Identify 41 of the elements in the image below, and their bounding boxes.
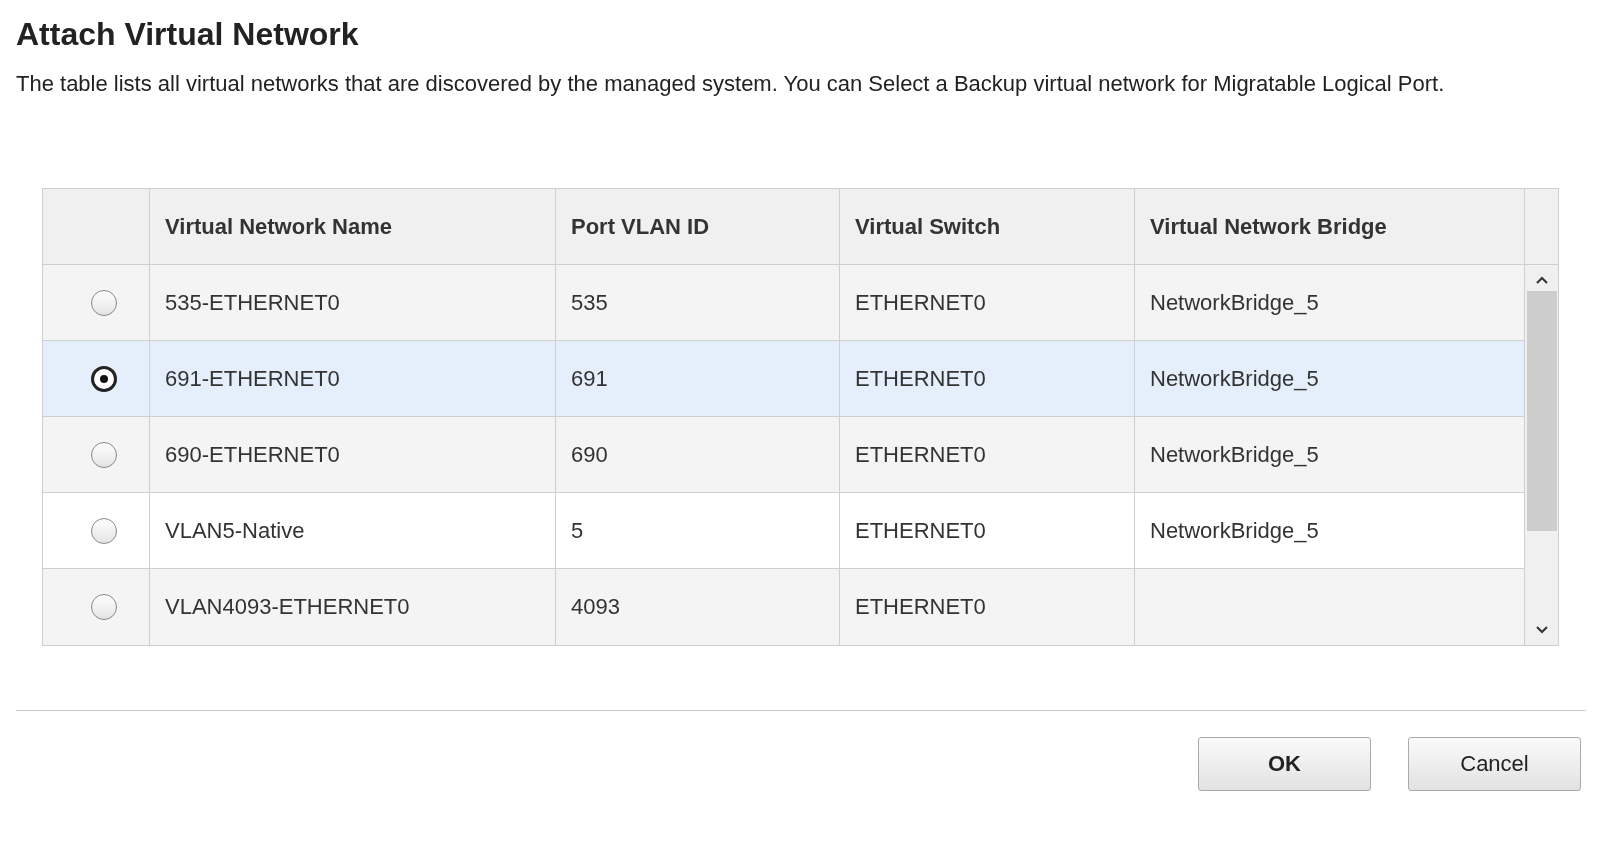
table-row[interactable]: VLAN4093-ETHERNET0 4093 ETHERNET0 <box>43 569 1525 645</box>
table-cell: VLAN4093-ETHERNET0 <box>165 594 410 620</box>
table-cell: 5 <box>571 517 584 544</box>
radio-button[interactable] <box>90 289 117 316</box>
table-cell: NetworkBridge_5 <box>1150 365 1319 392</box>
description-text: The table lists all virtual networks that are discovered by the managed system. You can Select a Backup virtual network for Migratable Logical Port. <box>16 70 1446 98</box>
table-cell: ETHERNET0 <box>855 289 986 316</box>
dialog-button[interactable]: OK <box>1198 737 1371 791</box>
column-header[interactable]: Virtual Network Bridge <box>1135 189 1525 264</box>
table-cell: ETHERNET0 <box>855 365 986 392</box>
scrollbar-thumb[interactable] <box>1526 291 1557 531</box>
dialog-title: Attach Virtual Network <box>16 15 360 54</box>
chevron-down-icon[interactable] <box>1534 625 1549 635</box>
table-cell: NetworkBridge_5 <box>1150 441 1319 468</box>
table-cell: 535-ETHERNET0 <box>165 289 340 316</box>
table-cell: ETHERNET0 <box>855 594 986 620</box>
table-cell: 691 <box>571 365 608 392</box>
table-cell: NetworkBridge_5 <box>1150 517 1319 544</box>
table-cell: 4093 <box>571 594 620 620</box>
table-row[interactable]: 690-ETHERNET0 690 ETHERNET0 NetworkBridge_5 <box>43 417 1525 493</box>
table-cell: ETHERNET0 <box>855 517 986 544</box>
table-row[interactable]: 691-ETHERNET0 691 ETHERNET0 NetworkBridge_5 <box>43 341 1525 417</box>
chevron-up-icon[interactable] <box>1534 275 1549 285</box>
radio-button[interactable] <box>90 365 117 392</box>
table-cell: 690 <box>571 441 608 468</box>
table-cell: 690-ETHERNET0 <box>165 441 340 468</box>
table-cell: ETHERNET0 <box>855 441 986 468</box>
radio-button[interactable] <box>90 594 117 620</box>
radio-button[interactable] <box>90 517 117 544</box>
table-row[interactable]: 535-ETHERNET0 535 ETHERNET0 NetworkBridge_5 <box>43 265 1525 341</box>
table-cell: 535 <box>571 289 608 316</box>
column-header[interactable]: Port VLAN ID <box>556 189 840 264</box>
column-header[interactable]: Virtual Switch <box>840 189 1135 264</box>
radio-button[interactable] <box>90 441 117 468</box>
scrollbar[interactable] <box>1525 265 1558 645</box>
column-header[interactable]: Virtual Network Name <box>150 189 556 264</box>
table-row[interactable]: VLAN5-Native 5 ETHERNET0 NetworkBridge_5 <box>43 493 1525 569</box>
table-cell: VLAN5-Native <box>165 517 305 544</box>
table-cell: NetworkBridge_5 <box>1150 289 1319 316</box>
dialog-button[interactable]: Cancel <box>1408 737 1581 791</box>
table-cell: 691-ETHERNET0 <box>165 365 340 392</box>
